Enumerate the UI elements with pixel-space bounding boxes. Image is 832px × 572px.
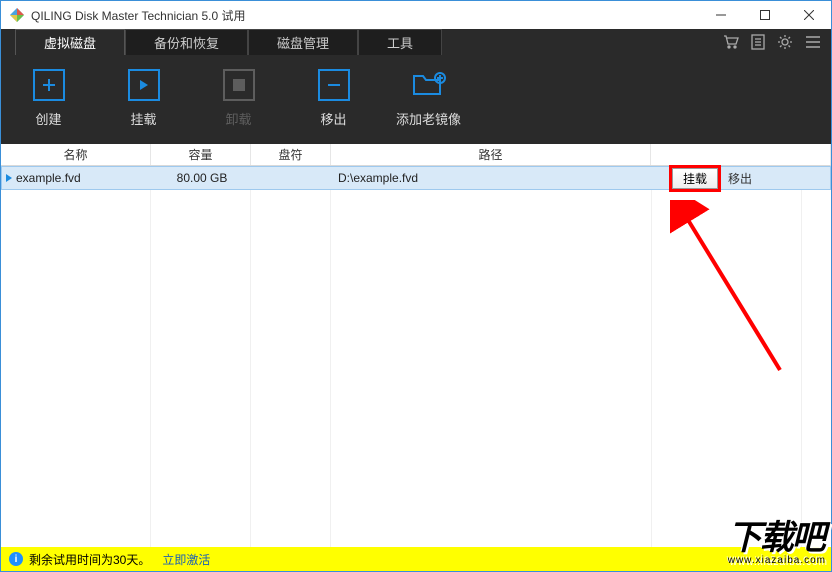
column-actions bbox=[651, 144, 831, 165]
status-text: 剩余试用时间为30天。 bbox=[29, 551, 150, 568]
column-name[interactable]: 名称 bbox=[1, 144, 151, 165]
window-title: QILING Disk Master Technician 5.0 试用 bbox=[31, 7, 699, 24]
mount-button[interactable]: 挂载 bbox=[96, 69, 191, 128]
tab-label: 备份和恢复 bbox=[154, 33, 219, 52]
tool-label: 挂载 bbox=[130, 109, 156, 128]
table-row[interactable]: example.fvd 80.00 GB D:\example.fvd 挂载 移… bbox=[1, 166, 831, 190]
table-body-empty bbox=[1, 190, 831, 547]
tab-label: 虚拟磁盘 bbox=[44, 33, 96, 52]
add-old-image-button[interactable]: 添加老镜像 bbox=[381, 69, 476, 128]
table-header: 名称 容量 盘符 路径 bbox=[1, 144, 831, 166]
statusbar: i 剩余试用时间为30天。 立即激活 bbox=[1, 547, 831, 571]
cell-path: D:\example.fvd bbox=[332, 171, 650, 185]
close-button[interactable] bbox=[787, 1, 831, 29]
toolbar: 创建 挂载 卸载 移出 添加老镜像 bbox=[1, 55, 831, 144]
tab-label: 磁盘管理 bbox=[277, 33, 329, 52]
tab-backup-restore[interactable]: 备份和恢复 bbox=[125, 29, 248, 55]
minimize-button[interactable] bbox=[699, 1, 743, 29]
tab-virtual-disk[interactable]: 虚拟磁盘 bbox=[15, 29, 125, 55]
unmount-button: 卸载 bbox=[191, 69, 286, 128]
tab-label: 工具 bbox=[387, 33, 413, 52]
tab-tools[interactable]: 工具 bbox=[358, 29, 442, 55]
column-capacity[interactable]: 容量 bbox=[151, 144, 251, 165]
column-path[interactable]: 路径 bbox=[331, 144, 651, 165]
create-button[interactable]: 创建 bbox=[1, 69, 96, 128]
log-icon[interactable] bbox=[751, 34, 765, 50]
column-drive[interactable]: 盘符 bbox=[251, 144, 331, 165]
tab-disk-management[interactable]: 磁盘管理 bbox=[248, 29, 358, 55]
info-icon: i bbox=[9, 552, 23, 566]
app-logo bbox=[9, 7, 25, 23]
tool-label: 创建 bbox=[35, 109, 61, 128]
row-mount-button[interactable]: 挂载 bbox=[672, 168, 718, 189]
maximize-button[interactable] bbox=[743, 1, 787, 29]
cell-name: example.fvd bbox=[16, 171, 81, 185]
gear-icon[interactable] bbox=[777, 34, 793, 50]
main-tabs: 虚拟磁盘 备份和恢复 磁盘管理 工具 bbox=[1, 29, 831, 55]
activate-link[interactable]: 立即激活 bbox=[162, 551, 210, 568]
tool-label: 卸载 bbox=[225, 109, 251, 128]
menu-icon[interactable] bbox=[805, 35, 821, 49]
tool-label: 添加老镜像 bbox=[396, 109, 461, 128]
row-remove-link[interactable]: 移出 bbox=[728, 170, 752, 187]
remove-button[interactable]: 移出 bbox=[286, 69, 381, 128]
cell-capacity: 80.00 GB bbox=[152, 171, 252, 185]
play-icon bbox=[6, 174, 12, 182]
tool-label: 移出 bbox=[320, 109, 346, 128]
cart-icon[interactable] bbox=[723, 34, 739, 50]
titlebar: QILING Disk Master Technician 5.0 试用 bbox=[1, 1, 831, 29]
